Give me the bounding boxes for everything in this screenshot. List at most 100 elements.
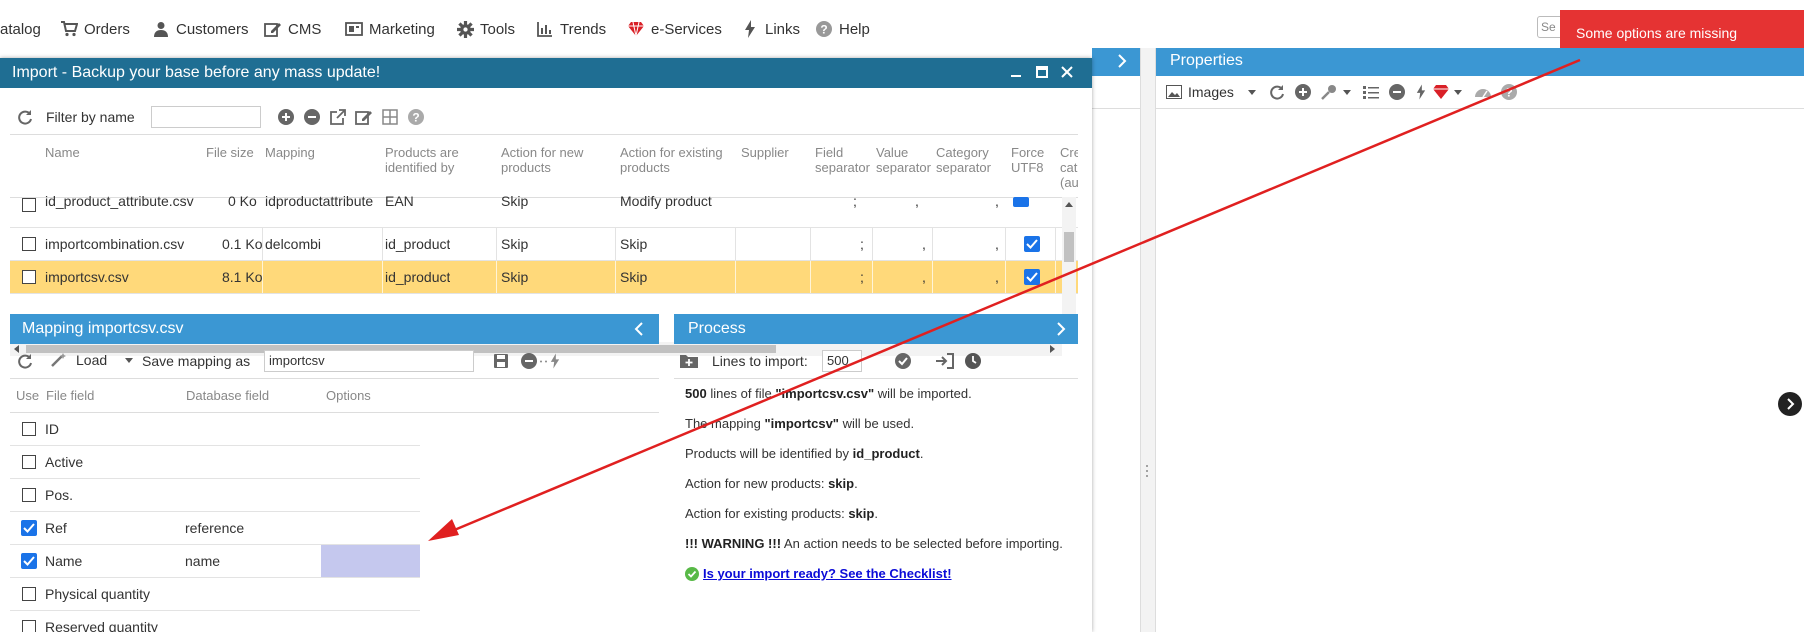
column-header[interactable]: Force UTF8 xyxy=(1011,145,1051,175)
mapping-row[interactable]: Name name xyxy=(10,545,420,578)
utf8-checkbox[interactable] xyxy=(1024,236,1040,252)
expand-sidebar-button[interactable] xyxy=(1778,392,1802,416)
column-header[interactable]: Use xyxy=(16,388,39,403)
mapping-row[interactable]: Pos. xyxy=(10,479,420,512)
column-header[interactable]: File field xyxy=(46,388,94,403)
row-checkbox[interactable] xyxy=(22,270,36,284)
mapping-row[interactable]: Ref reference xyxy=(10,512,420,545)
edit-icon[interactable] xyxy=(355,108,373,126)
dashboard-icon[interactable] xyxy=(1474,83,1492,101)
utf8-checkbox[interactable] xyxy=(1024,269,1040,285)
caret-down-icon[interactable] xyxy=(1343,90,1351,95)
list-icon[interactable] xyxy=(1362,83,1380,101)
scrollbar-thumb[interactable] xyxy=(1064,232,1074,262)
bolt-icon[interactable] xyxy=(1412,83,1430,101)
remove-icon[interactable] xyxy=(1388,83,1406,101)
database-field[interactable]: name xyxy=(185,545,220,577)
mapping-row[interactable]: ID xyxy=(10,413,420,446)
menu-customers[interactable]: Customers xyxy=(152,19,249,39)
row-checkbox[interactable] xyxy=(22,237,36,251)
menu-tools[interactable]: Tools xyxy=(456,19,515,39)
gem-icon[interactable] xyxy=(1432,83,1450,101)
refresh-icon[interactable] xyxy=(16,108,34,126)
menu-label: Tools xyxy=(480,20,516,38)
remove-icon[interactable] xyxy=(303,108,321,126)
mapping-row[interactable]: Physical quantity xyxy=(10,578,420,611)
checklist-link[interactable]: Is your import ready? See the Checklist! xyxy=(703,566,952,581)
table-row-selected[interactable]: importcsv.csv 8.1 Ko id_product Skip Ski… xyxy=(10,261,1078,294)
database-field[interactable]: reference xyxy=(185,512,244,544)
caret-down-icon[interactable] xyxy=(1454,90,1462,95)
menu-links[interactable]: Links xyxy=(741,19,800,39)
column-header[interactable]: Database field xyxy=(186,388,269,403)
add-icon[interactable] xyxy=(1294,83,1312,101)
minimize-icon[interactable] xyxy=(1008,64,1024,80)
panel-splitter[interactable] xyxy=(659,314,674,632)
menu-cms[interactable]: CMS xyxy=(264,19,321,39)
menu-marketing[interactable]: Marketing xyxy=(345,19,435,39)
menu-catalog[interactable]: atalog xyxy=(0,19,41,39)
utf8-checkbox[interactable] xyxy=(1013,197,1029,207)
add-icon[interactable] xyxy=(277,108,295,126)
use-checkbox[interactable] xyxy=(22,455,36,469)
save-as-input[interactable]: importcsv xyxy=(264,350,474,372)
column-header[interactable]: Name xyxy=(45,145,80,160)
refresh-icon[interactable] xyxy=(16,352,34,370)
menu-e-services[interactable]: e-Services xyxy=(627,19,722,39)
use-checkbox[interactable] xyxy=(22,587,36,601)
use-checkbox[interactable] xyxy=(22,488,36,502)
grid-icon[interactable] xyxy=(381,108,399,126)
use-checkbox[interactable] xyxy=(22,620,36,632)
column-header[interactable]: Products are identified by xyxy=(385,145,480,175)
use-checkbox[interactable] xyxy=(22,422,36,436)
options-cell-highlight[interactable] xyxy=(321,545,420,577)
key-icon[interactable] xyxy=(1320,83,1338,101)
column-header[interactable]: Action for existing products xyxy=(620,145,730,175)
chevron-right-icon[interactable] xyxy=(1116,53,1128,69)
check-circle-icon[interactable] xyxy=(894,352,912,370)
column-header[interactable]: Options xyxy=(326,388,371,403)
add-folder-icon[interactable] xyxy=(680,352,698,370)
drag-handle-icon[interactable] xyxy=(1146,465,1148,477)
column-header[interactable]: Cre cat (au xyxy=(1060,145,1078,190)
mapping-row[interactable]: Active xyxy=(10,446,420,479)
column-header[interactable]: Supplier xyxy=(741,145,789,160)
help-icon[interactable]: ? xyxy=(1500,83,1518,101)
column-header[interactable]: Field separator xyxy=(815,145,871,175)
close-icon[interactable] xyxy=(1059,64,1075,80)
lines-to-import-input[interactable]: 500 xyxy=(822,350,862,372)
filter-input[interactable] xyxy=(151,106,261,128)
field-separator: ; xyxy=(853,193,857,209)
use-checkbox[interactable] xyxy=(21,520,37,536)
mapping-row[interactable]: Reserved quantity xyxy=(10,611,420,632)
images-dropdown[interactable]: Images xyxy=(1166,84,1256,100)
table-row[interactable]: importcombination.csv 0.1 Ko delcombi id… xyxy=(10,228,1078,261)
scroll-up-icon[interactable] xyxy=(1065,202,1073,207)
clock-icon[interactable] xyxy=(964,352,982,370)
column-header[interactable]: Action for new products xyxy=(501,145,601,175)
column-header[interactable]: File size xyxy=(206,145,254,160)
menu-orders[interactable]: Orders xyxy=(60,19,130,39)
catalog-panel-toolbar xyxy=(1092,76,1140,109)
row-checkbox[interactable] xyxy=(22,198,36,212)
refresh-icon[interactable] xyxy=(1268,83,1286,101)
chevron-left-icon[interactable] xyxy=(634,321,644,337)
column-header[interactable]: Mapping xyxy=(265,145,315,160)
chevron-right-icon[interactable] xyxy=(1056,321,1066,337)
column-header[interactable]: Value separator xyxy=(876,145,932,175)
remove-icon[interactable] xyxy=(520,352,538,370)
bolt-icon[interactable] xyxy=(546,352,564,370)
help-icon[interactable]: ? xyxy=(407,108,425,126)
menu-help[interactable]: ? Help xyxy=(815,19,870,39)
panel-splitter[interactable] xyxy=(1140,48,1156,632)
import-window-titlebar[interactable]: Import - Backup your base before any mas… xyxy=(0,58,1092,88)
menu-trends[interactable]: Trends xyxy=(536,19,606,39)
use-checkbox[interactable] xyxy=(21,553,37,569)
load-dropdown[interactable]: Load xyxy=(50,352,134,368)
table-row[interactable]: id_product_attribute.csv 0 Ko idproducta… xyxy=(10,193,1078,228)
column-header[interactable]: Category separator xyxy=(936,145,1002,175)
maximize-icon[interactable] xyxy=(1034,64,1050,80)
sign-in-icon[interactable] xyxy=(936,352,954,370)
save-icon[interactable] xyxy=(492,352,510,370)
external-link-icon[interactable] xyxy=(329,108,347,126)
